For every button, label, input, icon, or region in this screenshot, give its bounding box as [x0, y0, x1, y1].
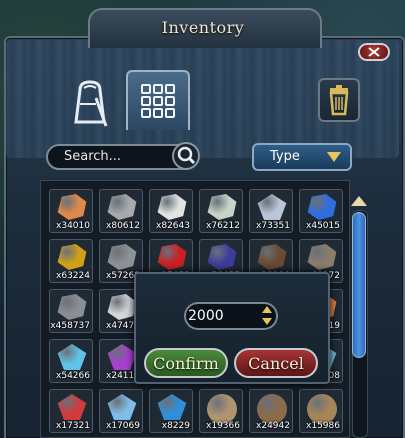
ore-icon — [157, 244, 187, 270]
inventory-slot[interactable]: x17321 — [49, 389, 93, 433]
inventory-slot[interactable]: x34010 — [49, 189, 93, 233]
inventory-slot[interactable]: x73351 — [249, 189, 293, 233]
inventory-slot[interactable]: x63224 — [49, 239, 93, 283]
item-quantity: x8229 — [161, 421, 190, 431]
ore-icon — [257, 244, 287, 270]
inventory-slot[interactable]: x82643 — [149, 189, 193, 233]
ore-icon — [107, 244, 137, 270]
item-quantity: x82643 — [156, 221, 190, 231]
item-quantity: x76212 — [206, 221, 240, 231]
inventory-slot[interactable]: x8229 — [149, 389, 193, 433]
ore-icon — [207, 244, 237, 270]
ore-icon — [207, 194, 237, 220]
log-icon — [257, 394, 287, 424]
ore-icon — [107, 194, 137, 220]
item-quantity: x19366 — [206, 421, 240, 431]
log-icon — [207, 394, 237, 424]
item-quantity: x24942 — [256, 421, 290, 431]
gem-icon — [157, 394, 187, 420]
backpack-icon — [74, 80, 108, 127]
tab-bag[interactable] — [66, 74, 116, 130]
inventory-slot[interactable]: x458737 — [49, 289, 93, 333]
gem-icon — [57, 344, 87, 370]
ore-icon — [57, 194, 87, 220]
item-quantity: x45015 — [306, 221, 340, 231]
type-filter-label: Type — [270, 149, 300, 164]
ore-icon — [57, 294, 87, 320]
log-icon — [307, 394, 337, 424]
inventory-slot[interactable]: x19366 — [199, 389, 243, 433]
item-quantity: x17069 — [106, 421, 140, 431]
item-quantity: x458737 — [50, 321, 90, 331]
ore-icon — [307, 244, 337, 270]
inventory-slot[interactable]: x76212 — [199, 189, 243, 233]
item-quantity: x73351 — [256, 221, 290, 231]
item-quantity: x80612 — [106, 221, 140, 231]
cancel-button[interactable]: Cancel — [234, 348, 318, 378]
stepper-down-icon[interactable] — [262, 318, 272, 325]
gem-icon — [257, 194, 287, 220]
ore-icon — [307, 194, 337, 220]
gem-icon — [107, 394, 137, 420]
chevron-down-icon — [327, 152, 341, 162]
tab-grid-view[interactable] — [126, 70, 190, 130]
inventory-slot[interactable]: x54266 — [49, 339, 93, 383]
search-placeholder: Search... — [64, 149, 122, 164]
confirm-button[interactable]: Confirm — [144, 348, 228, 378]
close-icon — [368, 47, 380, 57]
inventory-slot[interactable]: x15986 — [299, 389, 343, 433]
inventory-slot[interactable]: x45015 — [299, 189, 343, 233]
stepper-up-icon[interactable] — [262, 306, 272, 313]
item-quantity: x54266 — [56, 371, 90, 381]
item-quantity: x17321 — [56, 421, 90, 431]
inventory-slot[interactable]: x17069 — [99, 389, 143, 433]
grid-icon — [141, 84, 175, 118]
gem-icon — [57, 394, 87, 420]
scroll-up-arrow-icon[interactable] — [351, 196, 367, 206]
item-quantity: x15986 — [306, 421, 340, 431]
trash-icon — [329, 85, 349, 116]
item-quantity: x63224 — [56, 271, 90, 281]
ore-icon — [157, 194, 187, 220]
close-button[interactable] — [358, 43, 390, 61]
ore-icon — [57, 244, 87, 270]
quantity-input[interactable] — [184, 302, 258, 330]
trash-button[interactable] — [318, 78, 360, 122]
scrollbar-thumb[interactable] — [352, 212, 366, 358]
item-quantity: x34010 — [56, 221, 90, 231]
window-title: Inventory — [161, 18, 245, 37]
inventory-slot[interactable]: x80612 — [99, 189, 143, 233]
inventory-slot[interactable]: x24942 — [249, 389, 293, 433]
search-button[interactable] — [172, 142, 200, 170]
search-icon — [177, 146, 196, 165]
